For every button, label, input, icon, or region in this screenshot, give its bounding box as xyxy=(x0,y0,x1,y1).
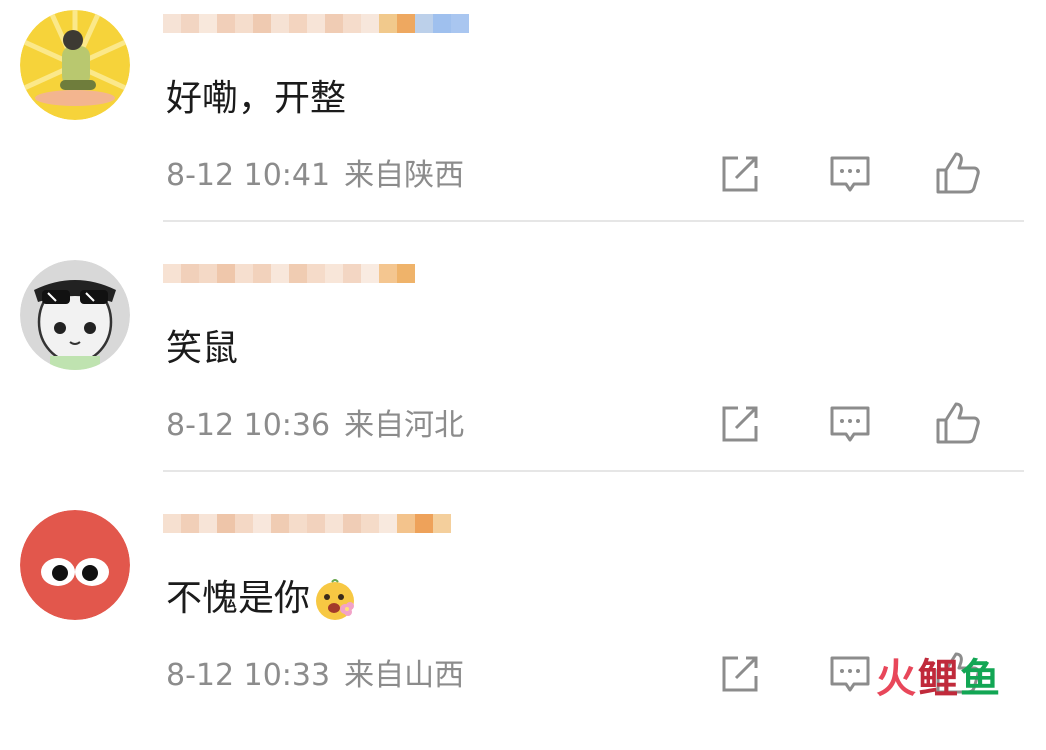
comment-time: 8-12 10:36 xyxy=(166,408,331,443)
share-icon xyxy=(722,156,758,192)
comment-item: 好嘞，开整 8-12 10:41 来自陕西 xyxy=(0,0,1046,250)
avatar[interactable] xyxy=(20,10,130,120)
comment-icon xyxy=(830,406,870,442)
comment-location: 来自山西 xyxy=(344,658,465,693)
avatar-image xyxy=(20,10,130,120)
comment-meta: 8-12 10:36 来自河北 xyxy=(166,402,464,450)
comment-time: 8-12 10:41 xyxy=(166,158,331,193)
like-button[interactable] xyxy=(934,150,982,198)
username-blurred[interactable] xyxy=(163,14,469,52)
comment-item: 不愧是你 8-12 10:33 来自山西 xyxy=(0,500,1046,750)
comment-button[interactable] xyxy=(826,150,874,198)
share-icon xyxy=(722,406,758,442)
share-button[interactable] xyxy=(716,150,764,198)
watermark-char: 火 xyxy=(876,656,918,702)
avatar-image xyxy=(20,260,130,370)
comment-icon xyxy=(830,656,870,692)
avatar-image xyxy=(20,510,130,620)
avatar[interactable] xyxy=(20,510,130,620)
comment-meta: 8-12 10:33 来自山西 xyxy=(166,652,464,700)
comment-location: 来自陕西 xyxy=(344,158,465,193)
divider xyxy=(163,220,1024,222)
username-blurred[interactable] xyxy=(163,514,451,552)
comment-time: 8-12 10:33 xyxy=(166,658,331,693)
thumbs-up-icon xyxy=(936,402,980,444)
watermark-char: 鱼 xyxy=(960,656,1002,702)
share-button[interactable] xyxy=(716,650,764,698)
thumbs-up-icon xyxy=(936,152,980,194)
comment-button[interactable] xyxy=(826,650,874,698)
watermark-logo: 火 鲤 鱼 xyxy=(876,650,1026,702)
comment-meta: 8-12 10:41 来自陕西 xyxy=(166,152,464,200)
share-button[interactable] xyxy=(716,400,764,448)
watermark-char: 鲤 xyxy=(918,656,960,702)
avatar[interactable] xyxy=(20,260,130,370)
like-button[interactable] xyxy=(934,400,982,448)
comment-button[interactable] xyxy=(826,400,874,448)
comment-icon xyxy=(830,156,870,192)
share-icon xyxy=(722,656,758,692)
comment-item: 笑鼠 8-12 10:36 来自河北 xyxy=(0,250,1046,500)
flower-face-emoji-icon xyxy=(316,579,355,620)
username-blurred[interactable] xyxy=(163,264,415,302)
comment-text: 好嘞，开整 xyxy=(166,78,347,119)
comment-location: 来自河北 xyxy=(344,408,465,443)
comment-text: 笑鼠 xyxy=(166,328,239,369)
divider xyxy=(163,470,1024,472)
comment-text: 不愧是你 xyxy=(166,572,358,626)
